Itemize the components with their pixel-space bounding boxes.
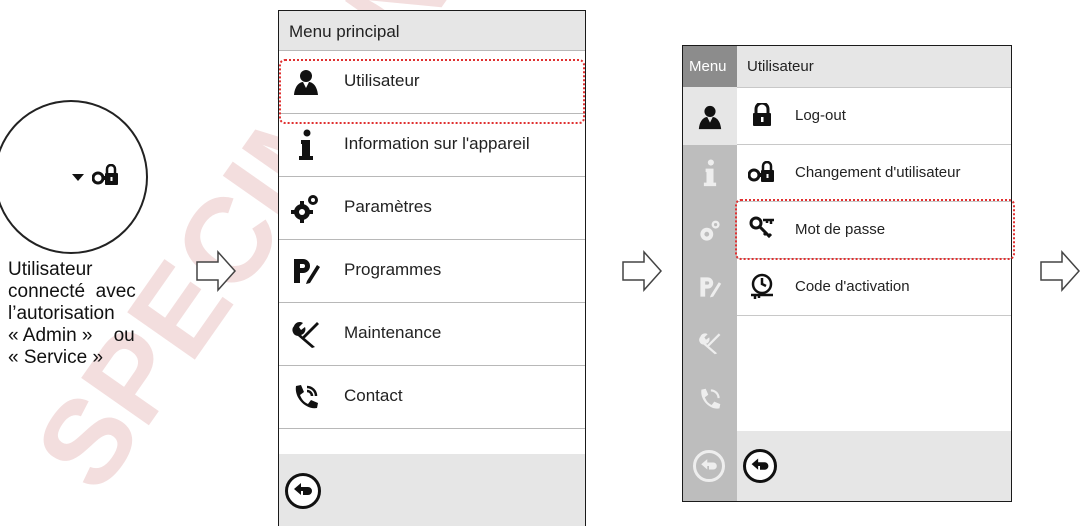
menu-item-label: Log-out [795, 107, 846, 124]
tools-icon[interactable] [693, 326, 727, 360]
caret-down-icon [72, 174, 84, 181]
menu-item-maintenance[interactable]: Maintenance [279, 303, 585, 366]
highlight-password [735, 199, 1015, 260]
back-arrow-icon [294, 483, 312, 495]
back-button[interactable] [743, 449, 777, 483]
menu-item-label: Information sur l'appareil [344, 134, 530, 153]
program-edit-icon [289, 254, 323, 288]
back-arrow-icon [751, 458, 769, 470]
menu-item-label: Code d'activation [795, 278, 910, 295]
main-menu-title: Menu principal [279, 11, 585, 51]
back-button[interactable] [285, 473, 321, 509]
user-menu-panel: Menu Utilisateur Log-out Changement d'ut… [682, 45, 1012, 502]
menu-item-label: Changement d'utilisateur [795, 164, 961, 181]
menu-item-label: Programmes [344, 260, 442, 279]
menu-item-contact[interactable]: Contact [279, 366, 585, 429]
back-arrow-icon [701, 459, 717, 470]
lock-icon [747, 100, 777, 130]
right-arrow-icon [622, 250, 662, 292]
program-edit-icon[interactable] [693, 270, 727, 304]
user-menu-footer [737, 431, 1011, 501]
menu-item-label: Maintenance [344, 323, 442, 342]
menu-item-activation-code[interactable]: Code d'activation [737, 259, 1011, 316]
info-icon[interactable] [693, 156, 727, 190]
user-change-lock-icon [747, 157, 777, 187]
sidebar-back-button[interactable] [693, 450, 725, 482]
sidebar-title: Menu [683, 46, 737, 87]
desc-line: « Admin » ou [8, 325, 135, 346]
activation-code-icon [747, 271, 777, 301]
gears-icon[interactable] [693, 214, 727, 248]
menu-item-label: Paramètres [344, 197, 432, 216]
menu-item-label: Contact [344, 386, 403, 405]
desc-line: l’autorisation [8, 303, 115, 324]
user-menu-title: Utilisateur [737, 46, 1011, 88]
menu-item-logout[interactable]: Log-out [737, 88, 1011, 145]
info-icon [289, 128, 323, 162]
desc-line: « Service » [8, 347, 104, 368]
user-icon[interactable] [693, 100, 727, 134]
user-change-lock-icon [91, 163, 120, 191]
highlight-user [279, 59, 585, 124]
gears-icon [289, 191, 323, 225]
user-menu-main: Utilisateur Log-out Changement d'utilisa… [737, 46, 1011, 501]
right-arrow-icon [1040, 250, 1080, 292]
tools-icon [289, 317, 323, 351]
right-arrow-icon [196, 250, 236, 292]
phone-icon [289, 380, 323, 414]
phone-icon[interactable] [693, 382, 727, 416]
menu-item-change-user[interactable]: Changement d'utilisateur [737, 145, 1011, 202]
menu-item-settings[interactable]: Paramètres [279, 177, 585, 240]
status-bar-zoom [0, 100, 148, 254]
authorization-description: Utilisateur connecté avec l’autorisation… [8, 259, 188, 369]
desc-line: Utilisateur [8, 259, 93, 280]
menu-sidebar: Menu [683, 46, 737, 501]
desc-line: connecté avec [8, 281, 136, 302]
menu-item-programs[interactable]: Programmes [279, 240, 585, 303]
main-menu-footer [279, 454, 585, 526]
